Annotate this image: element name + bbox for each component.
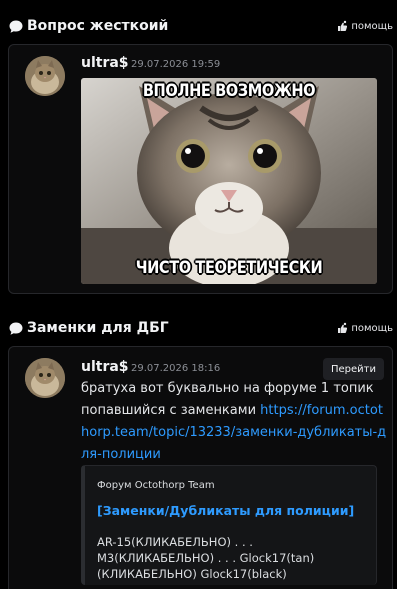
meme-top-text: ВПОЛНЕ ВОЗМОЖНО: [142, 81, 316, 101]
link-embed: Форум Octothorp Team [Заменки/Дубликаты …: [81, 465, 377, 585]
thread-header: Вопрос жесткоий помощь: [0, 15, 397, 37]
embed-provider[interactable]: Форум Octothorp Team: [97, 480, 215, 491]
embed-title[interactable]: [Заменки/Дубликаты для полиции]: [97, 503, 354, 518]
avatar-image: [25, 56, 65, 96]
timestamp: 29.07.2026 19:59: [131, 59, 221, 70]
message-card: ultra$ 29.07.2026 18:16 Перейти братуха …: [8, 346, 393, 589]
avatar[interactable]: [25, 358, 65, 398]
thread-title: Заменки для ДБГ: [27, 320, 169, 336]
username[interactable]: ultra$: [81, 55, 129, 71]
avatar[interactable]: [25, 56, 65, 96]
chat-bubble-icon: [9, 322, 23, 335]
chat-bubble-icon: [9, 20, 23, 33]
meme-bottom-text: ЧИСТО ТЕОРЕТИЧЕСКИ: [135, 258, 323, 278]
timestamp: 29.07.2026 18:16: [131, 363, 221, 374]
message-card: ultra$ 29.07.2026 19:59 ВПОЛНЕ ВОЗМОЖНО …: [8, 44, 393, 294]
embed-description: AR-15(КЛИКАБЕЛЬНО) . . . M3(КЛИКАБЕЛЬНО)…: [97, 535, 315, 581]
goto-button[interactable]: Перейти: [323, 358, 384, 380]
avatar-image: [25, 358, 65, 398]
help-hand-icon: [338, 322, 348, 333]
help-label: помощь: [351, 20, 393, 32]
thread-header: Заменки для ДБГ помощь: [0, 317, 397, 339]
help-hand-icon: [338, 20, 348, 31]
message-text: братуха вот буквально на форуме 1 топик …: [81, 378, 391, 466]
username[interactable]: ultra$: [81, 359, 129, 375]
help-label: помощь: [351, 322, 393, 334]
help-button[interactable]: помощь: [336, 20, 393, 32]
meme-image[interactable]: ВПОЛНЕ ВОЗМОЖНО ЧИСТО ТЕОРЕТИЧЕСКИ: [81, 78, 377, 284]
thread-title: Вопрос жесткоий: [27, 18, 169, 34]
help-button[interactable]: помощь: [336, 322, 393, 334]
cat-illustration: [81, 78, 377, 284]
